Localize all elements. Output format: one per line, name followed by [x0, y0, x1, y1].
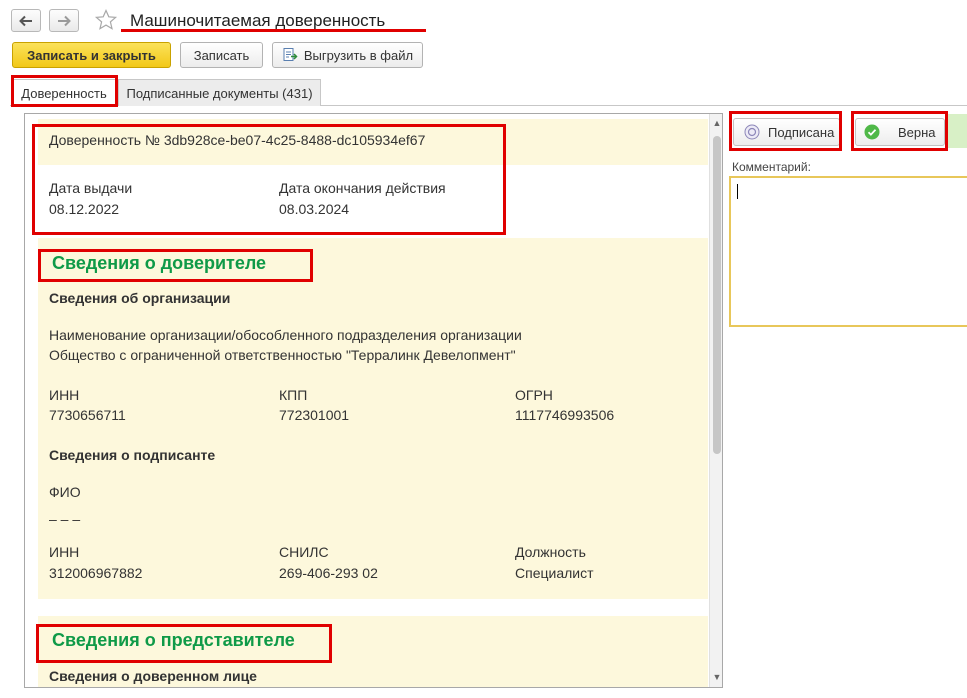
save-button[interactable]: Записать	[180, 42, 263, 68]
position-value: Специалист	[515, 565, 594, 581]
valid-status-button[interactable]: Верна	[855, 118, 945, 146]
comment-label: Комментарий:	[732, 160, 811, 174]
snils-label: СНИЛС	[279, 544, 329, 560]
export-to-file-button[interactable]: Выгрузить в файл	[272, 42, 423, 68]
save-and-close-button[interactable]: Записать и закрыть	[12, 42, 171, 68]
scroll-up-icon[interactable]: ▲	[712, 118, 722, 128]
trustee-section-title: Сведения о доверенном лице	[49, 668, 257, 684]
principal-section-title: Сведения о доверителе	[52, 253, 267, 273]
signer-inn-value: 312006967882	[49, 565, 143, 581]
signed-status-label: Подписана	[768, 124, 835, 140]
org-name-label: Наименование организации/обособленного п…	[49, 327, 522, 343]
valid-status-label: Верна	[898, 124, 936, 140]
issue-date-value: 08.12.2022	[49, 201, 120, 217]
ogrn-label: ОГРН	[515, 387, 553, 403]
fio-value: – – –	[49, 511, 81, 527]
document-header: Доверенность № 3db928ce-be07-4c25-8488-d…	[49, 132, 426, 148]
tab-signed-documents[interactable]: Подписанные документы (431)	[118, 79, 321, 106]
comment-field[interactable]	[729, 176, 967, 327]
signer-section-title: Сведения о подписанте	[49, 447, 216, 463]
signature-icon	[744, 124, 760, 140]
status-strip	[946, 114, 967, 148]
vertical-scrollbar[interactable]: ▲ ▼	[709, 114, 722, 687]
org-section-title: Сведения об организации	[49, 290, 231, 306]
tab-poa[interactable]: Доверенность	[12, 79, 116, 107]
expiry-date-label: Дата окончания действия	[279, 180, 446, 196]
expiry-date-value: 08.03.2024	[279, 201, 350, 217]
document-content: Доверенность № 3db928ce-be07-4c25-8488-d…	[25, 114, 709, 687]
inn-value: 7730656711	[49, 407, 126, 423]
issue-date-label: Дата выдачи	[49, 180, 133, 196]
scroll-down-icon[interactable]: ▼	[712, 672, 722, 682]
page-title: Машиночитаемая доверенность	[130, 11, 386, 30]
representative-section-title: Сведения о представителе	[52, 630, 295, 650]
document-viewer: Доверенность № 3db928ce-be07-4c25-8488-d…	[24, 113, 723, 688]
signer-inn-label: ИНН	[49, 544, 80, 560]
back-button[interactable]	[11, 9, 41, 32]
signed-status-button[interactable]: Подписана	[733, 118, 840, 146]
text-caret	[737, 184, 738, 199]
inn-label: ИНН	[49, 387, 80, 403]
export-file-icon	[283, 48, 298, 61]
org-name-value: Общество с ограниченной ответственностью…	[49, 347, 516, 363]
arrow-right-icon	[58, 15, 71, 26]
star-icon[interactable]	[94, 8, 118, 32]
scroll-thumb[interactable]	[713, 136, 721, 454]
kpp-value: 772301001	[279, 407, 350, 423]
forward-button[interactable]	[49, 9, 79, 32]
fio-label: ФИО	[49, 484, 81, 500]
position-label: Должность	[515, 544, 586, 560]
snils-value: 269-406-293 02	[279, 565, 378, 581]
kpp-label: КПП	[279, 387, 308, 403]
ogrn-value: 1117746993506	[515, 407, 615, 423]
check-circle-icon	[864, 124, 880, 140]
export-label: Выгрузить в файл	[303, 47, 414, 63]
arrow-left-icon	[19, 15, 32, 26]
